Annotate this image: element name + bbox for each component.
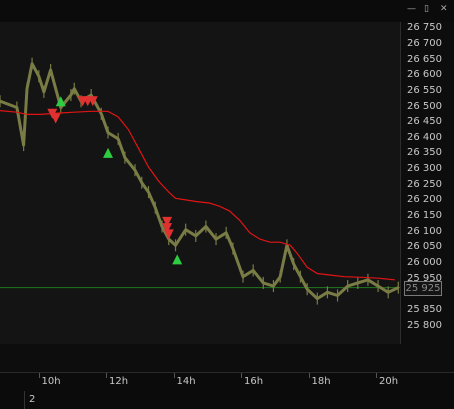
price-tick-label: 26 500 bbox=[407, 100, 442, 112]
price-tick-label: 25 850 bbox=[407, 304, 442, 316]
close-icon[interactable]: ✕ bbox=[440, 4, 448, 14]
time-tick-mark bbox=[173, 373, 175, 378]
time-tick-label: 18h bbox=[311, 376, 331, 387]
minimize-icon[interactable]: — bbox=[407, 4, 416, 14]
time-tick-mark bbox=[106, 373, 108, 378]
divider bbox=[24, 391, 25, 409]
price-tick-label: 25 800 bbox=[407, 319, 442, 331]
time-tick-label: 16h bbox=[244, 376, 264, 387]
price-tick-label: 26 700 bbox=[407, 37, 442, 49]
buy-marker bbox=[103, 147, 114, 158]
price-tick-label: 26 150 bbox=[407, 210, 442, 222]
time-tick-label: 10h bbox=[41, 376, 61, 387]
price-tick-label: 26 600 bbox=[407, 69, 442, 81]
moving-average-line bbox=[0, 110, 395, 281]
title-bar: — ▯ ✕ bbox=[0, 0, 454, 23]
page-number: 2 bbox=[29, 394, 36, 405]
time-axis[interactable]: 10h 12h 14h 16h 18h 20h bbox=[0, 372, 454, 392]
buy-marker bbox=[172, 254, 183, 265]
status-bar: 2 bbox=[0, 391, 454, 409]
time-tick-label: 14h bbox=[176, 376, 196, 387]
price-tick-label: 26 050 bbox=[407, 241, 442, 253]
chart-window: — ▯ ✕ 26 750 26 700 26 650 26 600 26 550 26 5… bbox=[0, 0, 454, 409]
price-tick-label: 26 750 bbox=[407, 22, 442, 34]
restore-icon[interactable]: ▯ bbox=[424, 4, 429, 14]
last-price-label: 25 925 bbox=[404, 280, 442, 296]
price-tick-label: 26 300 bbox=[407, 163, 442, 175]
price-axis[interactable]: 26 750 26 700 26 650 26 600 26 550 26 500 26 4… bbox=[400, 22, 454, 344]
time-tick-mark bbox=[241, 373, 243, 378]
price-tick-label: 26 450 bbox=[407, 116, 442, 128]
time-tick-mark bbox=[308, 373, 310, 378]
time-tick-label: 12h bbox=[109, 376, 129, 387]
price-tick-label: 26 200 bbox=[407, 194, 442, 206]
price-tick-label: 26 100 bbox=[407, 225, 442, 237]
price-tick-label: 26 400 bbox=[407, 131, 442, 143]
price-tick-label: 26 250 bbox=[407, 178, 442, 190]
price-tick-label: 26 350 bbox=[407, 147, 442, 159]
price-tick-label: 26 550 bbox=[407, 84, 442, 96]
time-tick-label: 20h bbox=[379, 376, 399, 387]
price-tick-label: 26 650 bbox=[407, 53, 442, 65]
plot-area[interactable] bbox=[0, 22, 400, 344]
price-chart bbox=[0, 57, 400, 305]
price-tick-label: 26 000 bbox=[407, 257, 442, 269]
time-tick-mark bbox=[376, 373, 378, 378]
time-tick-mark bbox=[38, 373, 40, 378]
